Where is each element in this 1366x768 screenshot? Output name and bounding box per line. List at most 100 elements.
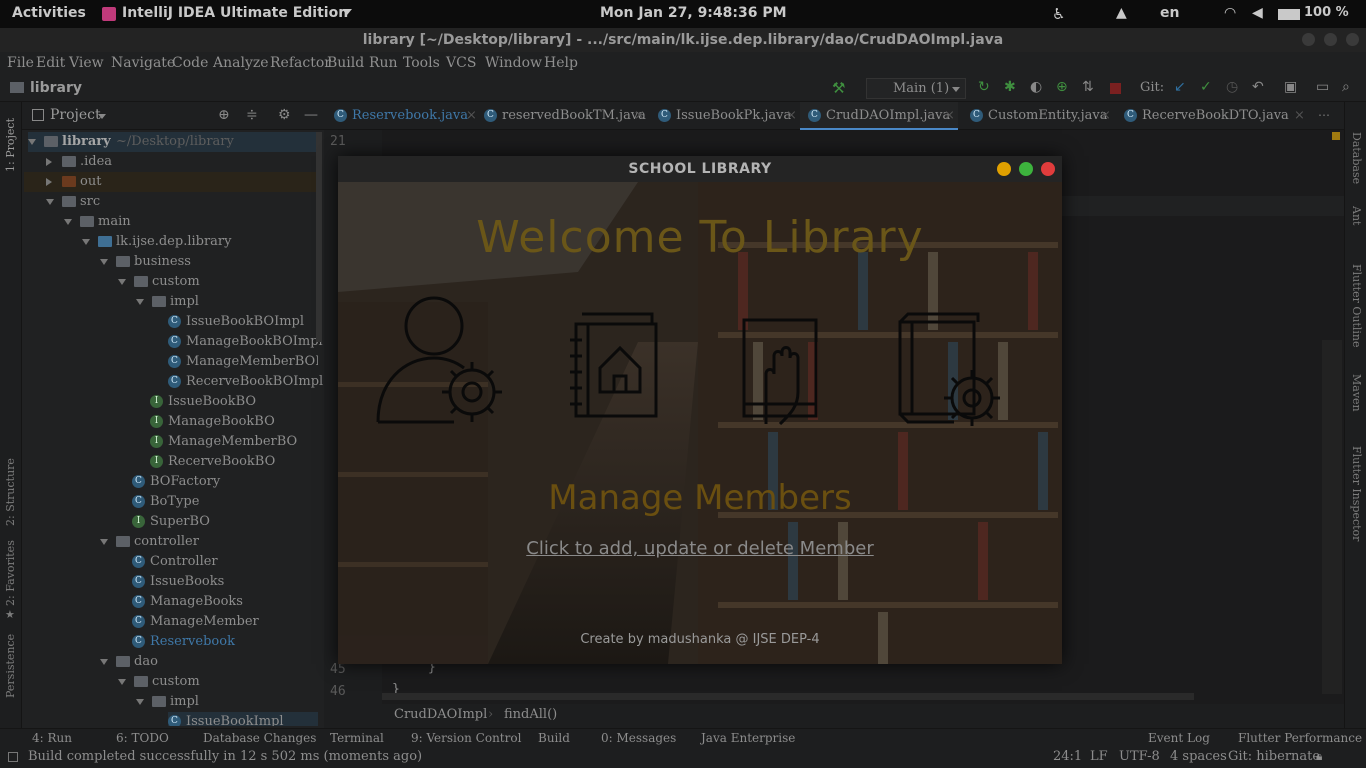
tree-file[interactable]: C BoType	[132, 492, 302, 512]
chevron-down-icon[interactable]	[136, 699, 144, 705]
chevron-right-icon[interactable]	[46, 178, 52, 186]
tree-file[interactable]: I ManageBookBO	[150, 412, 310, 432]
chevron-down-icon[interactable]	[100, 259, 108, 265]
project-panel-title[interactable]: Project	[50, 107, 101, 123]
tool-tab-ant[interactable]: Ant	[1350, 206, 1363, 225]
chevron-down-icon[interactable]	[100, 539, 108, 545]
locate-icon[interactable]: ⊕	[218, 107, 230, 123]
chevron-down-icon[interactable]	[136, 299, 144, 305]
tool-tab-project[interactable]: 1: Project	[4, 118, 17, 172]
git-branch[interactable]: Git: hibernate	[1228, 749, 1320, 764]
menu-window[interactable]: Window	[485, 55, 542, 71]
battery-icon[interactable]	[1278, 9, 1300, 20]
tool-java-enterprise[interactable]: Java Enterprise	[701, 731, 795, 745]
tool-tab-flutter-inspector[interactable]: Flutter Inspector	[1350, 446, 1363, 541]
rerun-icon[interactable]: ↻	[978, 79, 990, 95]
tool-version-control[interactable]: 9: Version Control	[411, 731, 521, 745]
hide-panel-icon[interactable]: —	[304, 107, 318, 123]
tree-node-library[interactable]: library ~/Desktop/library	[28, 132, 318, 152]
tab-cruddaoimpl[interactable]: C CrudDAOImpl.java ×	[800, 102, 958, 130]
tree-file[interactable]: C IssueBookBOImpl	[168, 312, 318, 332]
dialog-maximize-icon[interactable]	[1019, 162, 1033, 176]
run-config-chevron-icon[interactable]	[952, 87, 960, 92]
git-rollback-icon[interactable]: ↶	[1252, 79, 1264, 95]
run-config-dropdown[interactable]: Main (1)	[866, 78, 966, 99]
tool-flutter-performance[interactable]: Flutter Performance	[1238, 731, 1362, 745]
attach-icon[interactable]: ⇅	[1082, 79, 1094, 95]
tree-file[interactable]: C ManageMember	[132, 612, 302, 632]
git-history-icon[interactable]: ◷	[1226, 79, 1238, 95]
debug-icon[interactable]: ✱	[1004, 79, 1016, 95]
tree-file[interactable]: I IssueBookBO	[150, 392, 310, 412]
menu-code[interactable]: Code	[172, 55, 208, 71]
wifi-icon[interactable]: ◠	[1224, 5, 1236, 21]
tool-messages[interactable]: 0: Messages	[601, 731, 676, 745]
chevron-down-icon[interactable]	[118, 679, 126, 685]
activities-button[interactable]: Activities	[12, 5, 86, 21]
tree-node-business[interactable]: business	[100, 252, 314, 272]
gear-icon[interactable]: ⚙	[278, 107, 291, 123]
book-home-icon[interactable]	[568, 310, 664, 420]
tree-scrollbar[interactable]	[316, 132, 322, 342]
app-menu[interactable]: IntelliJ IDEA Ultimate Edition	[122, 5, 348, 21]
tool-todo[interactable]: 6: TODO	[116, 731, 169, 745]
tree-node-main[interactable]: main	[64, 212, 314, 232]
language-selector[interactable]: en	[1160, 5, 1179, 21]
editor-scrollbar[interactable]	[1322, 340, 1342, 694]
accessibility-icon[interactable]: ♿	[1052, 5, 1065, 23]
tree-file[interactable]: C IssueBookImpl	[168, 712, 318, 726]
app-menu-chevron-icon[interactable]	[342, 9, 352, 15]
chevron-down-icon[interactable]	[28, 139, 36, 145]
breadcrumb-method[interactable]: findAll()	[504, 707, 557, 722]
close-icon[interactable]: ×	[1100, 102, 1111, 130]
network-indicator-icon[interactable]: ▲	[1116, 5, 1127, 21]
tree-node-dao[interactable]: dao	[100, 652, 314, 672]
tool-tab-favorites[interactable]: 2: Favorites	[4, 540, 17, 606]
tree-node-package[interactable]: lk.ijse.dep.library	[82, 232, 314, 252]
lock-icon[interactable]: 🔒︎	[1316, 749, 1322, 764]
tab-list-icon[interactable]: ⋯	[1318, 108, 1330, 122]
tree-node-dao-custom[interactable]: custom	[118, 672, 314, 692]
build-hammer-icon[interactable]: ⚒	[832, 79, 845, 97]
tree-file[interactable]: C BOFactory	[132, 472, 302, 492]
tool-run[interactable]: 4: Run	[32, 731, 72, 745]
tool-database-changes[interactable]: Database Changes	[203, 731, 316, 745]
chevron-down-icon[interactable]	[46, 199, 54, 205]
tree-file[interactable]: C IssueBooks	[132, 572, 302, 592]
indent-setting[interactable]: 4 spaces	[1170, 749, 1227, 764]
tree-file[interactable]: C ManageBooks	[132, 592, 302, 612]
project-view-chevron-icon[interactable]	[98, 114, 106, 119]
status-message[interactable]: Build completed successfully in 12 s 502…	[28, 749, 422, 764]
tool-tab-structure[interactable]: 2: Structure	[4, 458, 17, 526]
tree-file[interactable]: C ManageBookBOImpl	[168, 332, 323, 352]
tool-tab-database[interactable]: Database	[1350, 132, 1363, 184]
tree-node-idea[interactable]: .idea	[46, 152, 316, 172]
inspection-marker[interactable]	[1332, 132, 1340, 140]
tree-file[interactable]: I RecerveBookBO	[150, 452, 310, 472]
close-icon[interactable]: ×	[634, 102, 645, 130]
chevron-down-icon[interactable]	[118, 279, 126, 285]
chevron-down-icon[interactable]	[82, 239, 90, 245]
menu-refactor[interactable]: Refactor	[270, 55, 331, 71]
menu-view[interactable]: View	[69, 55, 104, 71]
close-icon[interactable]: ×	[944, 102, 955, 130]
breadcrumb-class[interactable]: CrudDAOImpl	[394, 707, 487, 722]
menu-help[interactable]: Help	[544, 55, 578, 71]
tool-event-log[interactable]: Event Log	[1148, 731, 1210, 745]
chevron-down-icon[interactable]	[64, 219, 72, 225]
caret-position[interactable]: 24:1	[1053, 749, 1082, 764]
git-commit-icon[interactable]: ✓	[1200, 79, 1212, 95]
window-layout-icon[interactable]: ▭	[1316, 79, 1329, 95]
file-encoding[interactable]: UTF-8	[1119, 749, 1160, 764]
menu-navigate[interactable]: Navigate	[111, 55, 175, 71]
close-icon[interactable]: ×	[466, 102, 477, 130]
menu-build[interactable]: Build	[327, 55, 364, 71]
dialog-close-icon[interactable]	[1041, 162, 1055, 176]
tree-file[interactable]: C ManageMemberBOImpl	[168, 352, 318, 372]
minimize-icon[interactable]	[1302, 33, 1315, 46]
close-icon[interactable]: ×	[1294, 102, 1305, 130]
volume-icon[interactable]: ◀	[1252, 5, 1263, 21]
stop-icon[interactable]	[1110, 83, 1121, 94]
tool-tab-persistence[interactable]: Persistence	[4, 634, 17, 698]
chevron-right-icon[interactable]	[46, 158, 52, 166]
